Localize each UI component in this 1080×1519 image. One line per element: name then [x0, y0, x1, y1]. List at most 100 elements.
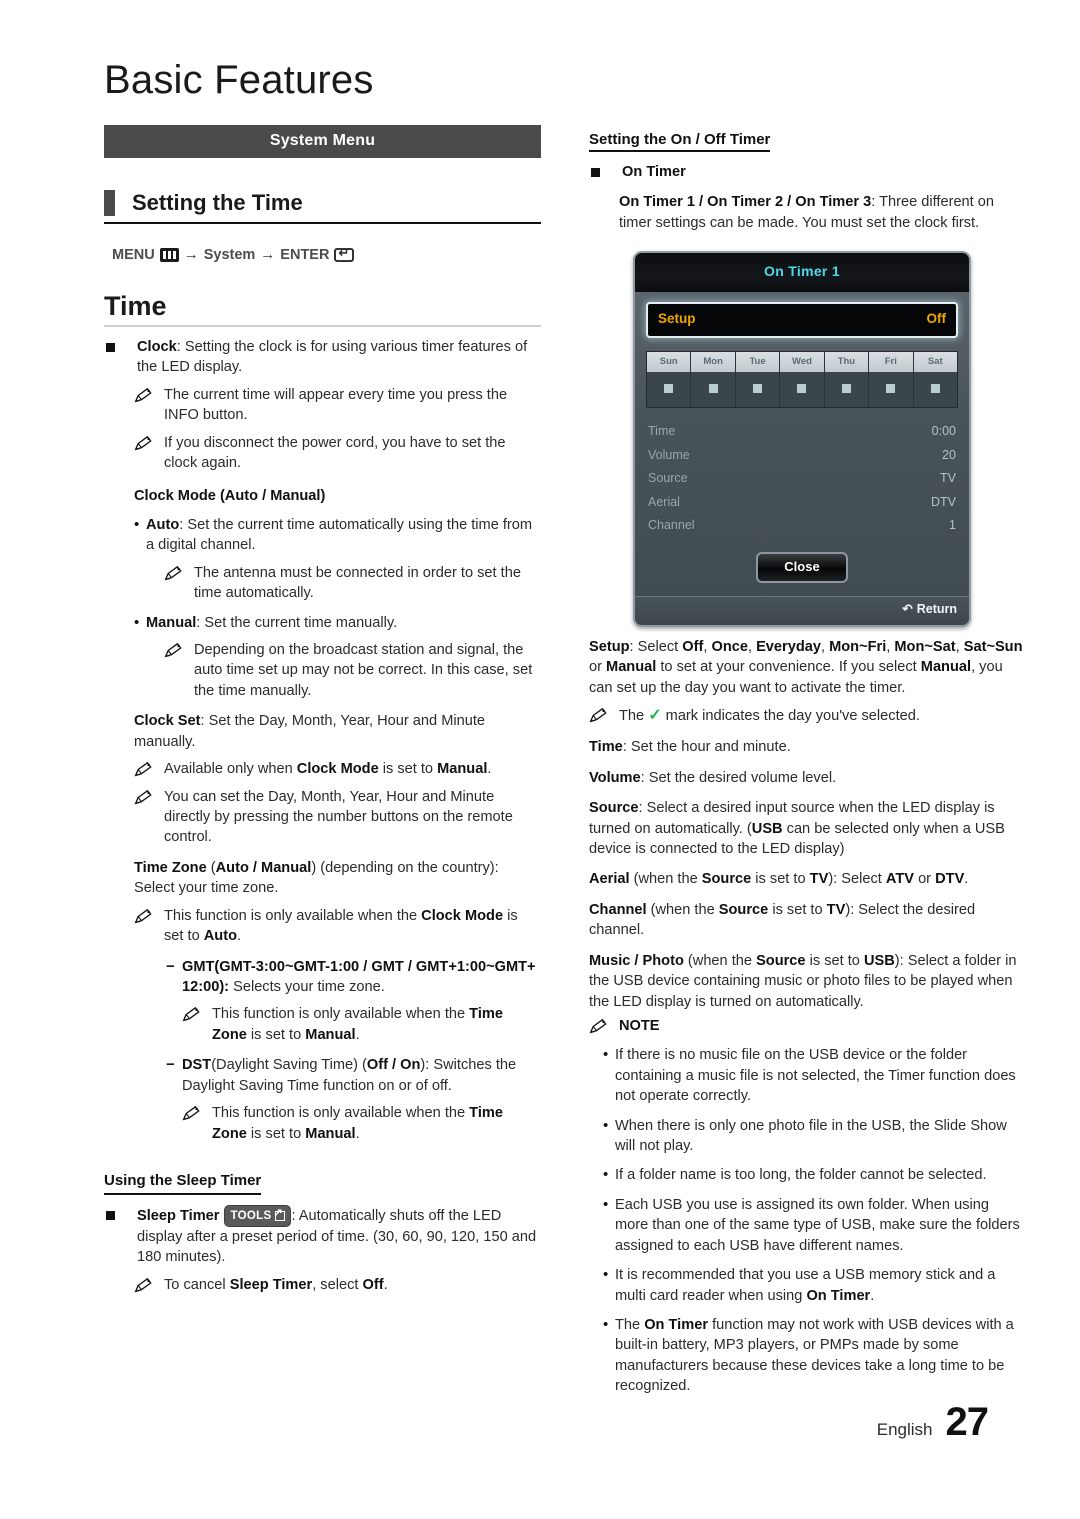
sleep-timer-heading: Using the Sleep Timer [104, 1170, 262, 1195]
pencil-note-icon [589, 707, 607, 723]
osd-setting-value: TV [940, 471, 956, 486]
osd-setting-row[interactable]: Aerial DTV [648, 491, 956, 515]
osd-day-cell[interactable]: Sat [913, 351, 957, 408]
clock-text: : Setting the clock is for using various… [137, 339, 528, 376]
note-text: Depending on the broadcast station and s… [194, 642, 533, 699]
osd-body: Setup Off Sun Mon Tue Wed Thu Fri Sat Ti… [635, 291, 969, 597]
osd-setting-label: Channel [648, 518, 695, 533]
close-button[interactable]: Close [756, 551, 848, 584]
pencil-note-icon [164, 642, 182, 658]
osd-setting-row[interactable]: Time 0:00 [648, 420, 956, 444]
note-text: . [236, 928, 242, 945]
menu-path: MENU → System → ENTER [112, 245, 541, 263]
dot-bullet-icon: • [603, 1195, 609, 1213]
music-photo-description: Music / Photo (when the Source is set to… [589, 951, 1026, 1012]
osd-day-selector[interactable]: Sun Mon Tue Wed Thu Fri Sat [646, 350, 958, 409]
osd-day-cell[interactable]: Tue [735, 351, 781, 408]
channel-description: Channel (when the Source is set to TV): … [589, 900, 1026, 941]
two-column-layout: System Menu Setting the Time MENU → Syst… [104, 125, 1023, 1397]
gmt-text: Selects your time zone. [229, 978, 385, 995]
source-term: Source [589, 800, 639, 817]
tools-label: TOOLS [230, 1209, 272, 1222]
osd-setting-row[interactable]: Volume 20 [648, 444, 956, 468]
time-zone-text: ( [206, 859, 216, 876]
setup-term: Setup [589, 638, 630, 655]
note-bold: Manual [437, 761, 488, 778]
dot-bullet-icon: • [603, 1116, 609, 1134]
aerial-text: is set to [751, 871, 810, 888]
note-bullet-text: Each USB you use is assigned its own fol… [615, 1196, 1020, 1254]
return-label[interactable]: Return [917, 602, 957, 616]
on-timer-bold: On Timer 1 / On Timer 2 / On Timer 3 [619, 194, 872, 211]
osd-day-cell[interactable]: Fri [869, 351, 914, 408]
note-text: , select [312, 1276, 363, 1293]
source-bold: USB [751, 820, 783, 837]
enter-icon [334, 245, 355, 262]
clock-item: Clock: Setting the clock is for using va… [104, 337, 541, 378]
music-bold: USB [863, 952, 895, 969]
setup-text: or [589, 659, 607, 676]
page-title: Basic Features [104, 58, 374, 102]
right-body: On Timer On Timer 1 / On Timer 2 / On Ti… [589, 162, 1026, 1397]
osd-setting-row[interactable]: Channel 1 [648, 514, 956, 538]
osd-day-checkbox[interactable] [735, 372, 780, 408]
osd-setting-value: 0:00 [931, 424, 956, 439]
note-item: This function is only available when the… [134, 906, 541, 947]
setup-description: Setup: Select Off, Once, Everyday, Mon~F… [589, 637, 1026, 698]
manual-text: : Set the current time manually. [196, 614, 398, 631]
right-column: Setting the On / Off Timer On Timer On T… [589, 125, 1026, 1397]
note-text: If you disconnect the power cord, you ha… [164, 434, 506, 472]
time-zone-item: Time Zone (Auto / Manual) (depending on … [134, 858, 541, 899]
volume-text: : Set the desired volume level. [640, 769, 837, 786]
setup-option: Sat~Sun [963, 638, 1023, 655]
osd-setup-row[interactable]: Setup Off [646, 301, 958, 338]
note-text: . [355, 1125, 360, 1142]
dot-bullet-icon: • [134, 515, 140, 533]
enter-label: ENTER [280, 246, 330, 263]
osd-setting-row[interactable]: Source TV [648, 467, 956, 491]
note-text: You can set the Day, Month, Year, Hour a… [164, 788, 513, 846]
arrow-icon: → [260, 246, 276, 263]
note-item: Depending on the broadcast station and s… [164, 640, 541, 701]
time-term: Time [589, 739, 623, 756]
note-bold: On Timer [806, 1287, 871, 1304]
clock-term: Clock [137, 339, 177, 355]
sleep-timer-item: Sleep Timer TOOLS: Automatically shuts o… [104, 1204, 541, 1268]
note-bullet: • When there is only one photo file in t… [603, 1116, 1026, 1157]
osd-day-checkbox[interactable] [824, 372, 869, 408]
osd-setup-value: Off [926, 310, 947, 326]
pencil-note-icon [134, 435, 152, 451]
note-heading-item: NOTE [589, 1016, 1026, 1036]
note-bold: Clock Mode [296, 761, 379, 778]
osd-settings-list: Time 0:00 Volume 20 Source TV Aerial DTV… [646, 420, 958, 538]
tools-arrow-icon [273, 1206, 286, 1222]
note-heading: NOTE [619, 1017, 660, 1034]
osd-day-checkbox[interactable] [691, 372, 735, 408]
note-bullet-text: If a folder name is too long, the folder… [615, 1167, 987, 1184]
osd-day-checkbox[interactable] [647, 372, 691, 408]
osd-day-cell[interactable]: Wed [780, 351, 825, 408]
osd-day-cell[interactable]: Mon [691, 351, 736, 408]
source-description: Source: Select a desired input source wh… [589, 798, 1026, 859]
on-timer-dialog: On Timer 1 Setup Off Sun Mon Tue Wed Thu… [633, 251, 971, 627]
osd-day-cell[interactable]: Sun [647, 351, 692, 408]
note-text: . [383, 1276, 388, 1293]
aerial-text: or [914, 871, 936, 888]
osd-day-label: Wed [780, 351, 824, 373]
aerial-text: . [964, 871, 969, 888]
note-text: The [619, 707, 649, 724]
osd-day-cell[interactable]: Thu [824, 351, 870, 408]
osd-day-checkbox[interactable] [913, 372, 957, 408]
osd-day-label: Sat [913, 351, 957, 373]
pencil-note-icon [589, 1018, 607, 1034]
clock-mode-auto: • Auto: Set the current time automatical… [134, 515, 541, 556]
note-bold: Clock Mode [421, 907, 504, 924]
note-item: If you disconnect the power cord, you ha… [134, 433, 541, 474]
note-text: The antenna must be connected in order t… [194, 564, 521, 602]
osd-day-checkbox[interactable] [869, 372, 913, 408]
aerial-term: Aerial [589, 871, 630, 888]
arrow-icon: → [183, 246, 199, 263]
on-timer-description: On Timer 1 / On Timer 2 / On Timer 3: Th… [619, 192, 1026, 233]
osd-day-checkbox[interactable] [780, 372, 824, 408]
dst-item: − DST(Daylight Saving Time) (Off / On): … [166, 1055, 541, 1096]
